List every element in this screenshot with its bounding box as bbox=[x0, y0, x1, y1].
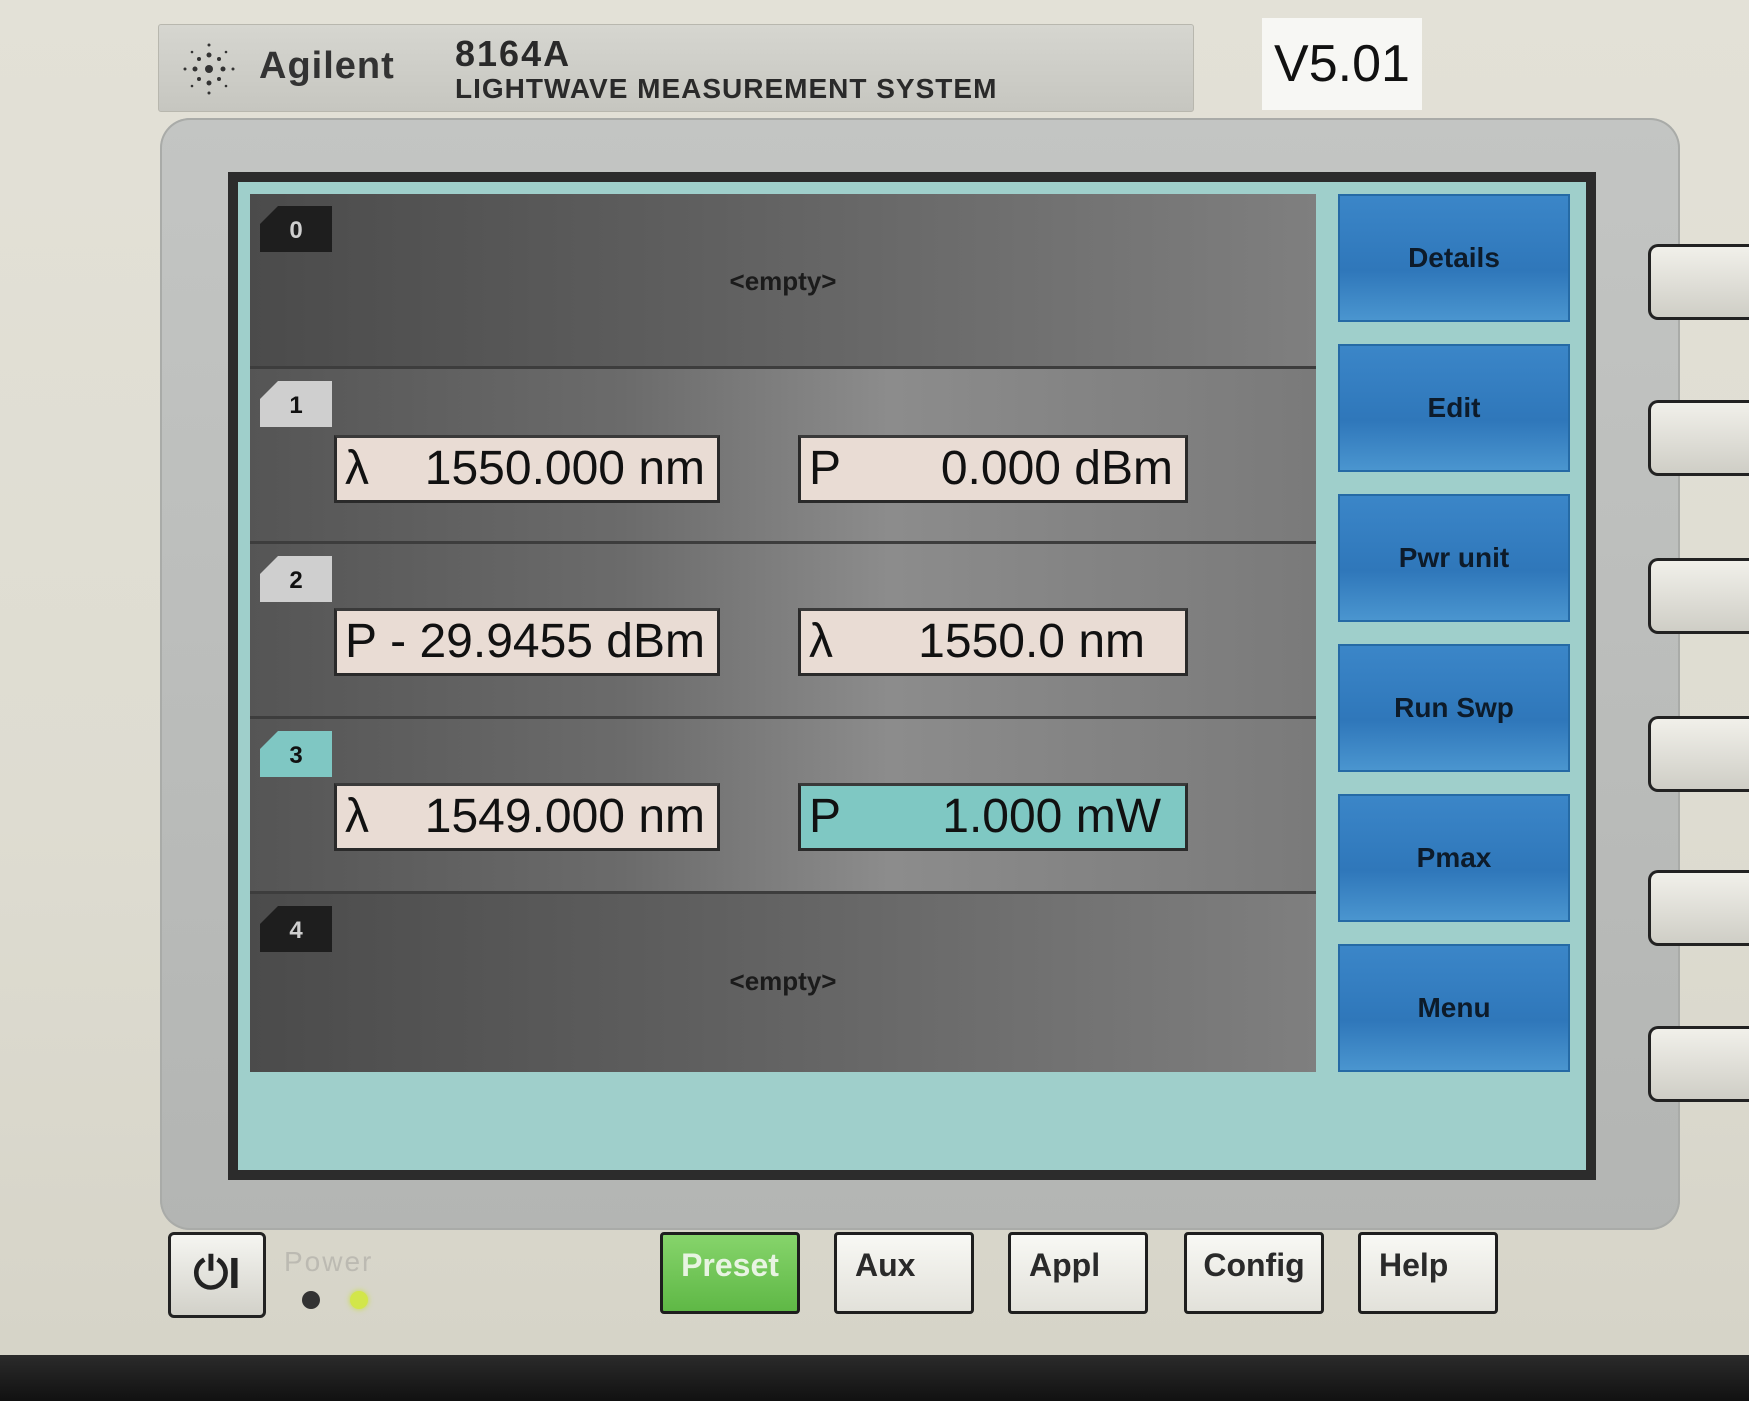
base-shadow bbox=[0, 1355, 1749, 1401]
side-softkey-button-2[interactable] bbox=[1648, 400, 1749, 476]
field-value: 1550.0 nm bbox=[918, 615, 1145, 668]
standby-led-icon bbox=[302, 1291, 320, 1309]
softkey-edit[interactable]: Edit bbox=[1338, 344, 1570, 472]
brand-plate: Agilent 8164A LIGHTWAVE MEASUREMENT SYST… bbox=[158, 24, 1194, 112]
field-value: 1550.000 nm bbox=[424, 442, 705, 495]
field-value: 1549.000 nm bbox=[424, 790, 705, 843]
slot-2-panel[interactable]: 2 P - 29.9455 dBm λ 1550.0 nm bbox=[250, 544, 1316, 719]
softkey-details[interactable]: Details bbox=[1338, 194, 1570, 322]
agilent-logo-icon bbox=[183, 43, 235, 95]
slot-number-tab: 4 bbox=[260, 906, 332, 952]
power-field[interactable]: P - 29.9455 dBm bbox=[334, 608, 720, 676]
slot-4-panel[interactable]: 4 <empty> bbox=[250, 894, 1316, 1072]
model-number: 8164A bbox=[455, 33, 572, 74]
power-field[interactable]: P 0.000 dBm bbox=[798, 435, 1188, 503]
slot-number-tab: 2 bbox=[260, 556, 332, 602]
wavelength-field[interactable]: λ 1550.000 nm bbox=[334, 435, 720, 503]
appl-button[interactable]: Appl bbox=[1008, 1232, 1148, 1314]
side-softkey-button-6[interactable] bbox=[1648, 1026, 1749, 1102]
power-field-selected[interactable]: P 1.000 mW bbox=[798, 783, 1188, 851]
slot-number-tab: 3 bbox=[260, 731, 332, 777]
slot-empty-text: <empty> bbox=[729, 966, 837, 996]
side-softkey-button-4[interactable] bbox=[1648, 716, 1749, 792]
power-symbol: P bbox=[809, 790, 842, 843]
slot-empty-text: <empty> bbox=[729, 266, 837, 296]
slot-number-tab: 0 bbox=[260, 206, 332, 252]
brand-name: Agilent bbox=[259, 45, 395, 87]
softkey-pwr-unit[interactable]: Pwr unit bbox=[1338, 494, 1570, 622]
side-softkey-button-5[interactable] bbox=[1648, 870, 1749, 946]
slot-1-panel[interactable]: 1 λ 1550.000 nm P 0.000 dBm bbox=[250, 369, 1316, 544]
help-button[interactable]: Help bbox=[1358, 1232, 1498, 1314]
wavelength-field[interactable]: λ 1549.000 nm bbox=[334, 783, 720, 851]
wavelength-field[interactable]: λ 1550.0 nm bbox=[798, 608, 1188, 676]
softkey-pmax[interactable]: Pmax bbox=[1338, 794, 1570, 922]
preset-button[interactable]: Preset bbox=[660, 1232, 800, 1314]
power-label: Power bbox=[284, 1246, 374, 1277]
lambda-symbol: λ bbox=[809, 615, 833, 668]
lcd-screen: 0 <empty> 1 λ 1550.000 nm P 0.000 dBm 2 … bbox=[228, 172, 1596, 1180]
lambda-symbol: λ bbox=[345, 442, 369, 495]
softkey-menu[interactable]: Menu bbox=[1338, 944, 1570, 1072]
power-button[interactable]: ⏻I bbox=[168, 1232, 266, 1318]
side-softkey-button-3[interactable] bbox=[1648, 558, 1749, 634]
lambda-symbol: λ bbox=[345, 790, 369, 843]
display-area: 0 <empty> 1 λ 1550.000 nm P 0.000 dBm 2 … bbox=[238, 182, 1586, 1170]
slot-0-panel[interactable]: 0 <empty> bbox=[250, 194, 1316, 369]
slot-3-panel[interactable]: 3 λ 1549.000 nm P 1.000 mW bbox=[250, 719, 1316, 894]
power-on-led-icon bbox=[350, 1291, 368, 1309]
firmware-version-label: V5.01 bbox=[1262, 18, 1422, 110]
power-symbol: P bbox=[809, 442, 842, 495]
side-softkey-button-1[interactable] bbox=[1648, 244, 1749, 320]
model-description: LIGHTWAVE MEASUREMENT SYSTEM bbox=[455, 73, 998, 104]
power-symbol: P bbox=[345, 615, 378, 668]
config-button[interactable]: Config bbox=[1184, 1232, 1324, 1314]
softkey-run-swp[interactable]: Run Swp bbox=[1338, 644, 1570, 772]
aux-button[interactable]: Aux bbox=[834, 1232, 974, 1314]
field-value: - 29.9455 dBm bbox=[390, 615, 705, 668]
field-value: 0.000 dBm bbox=[940, 442, 1173, 495]
slot-number-tab: 1 bbox=[260, 381, 332, 427]
field-value: 1.000 mW bbox=[942, 790, 1161, 843]
